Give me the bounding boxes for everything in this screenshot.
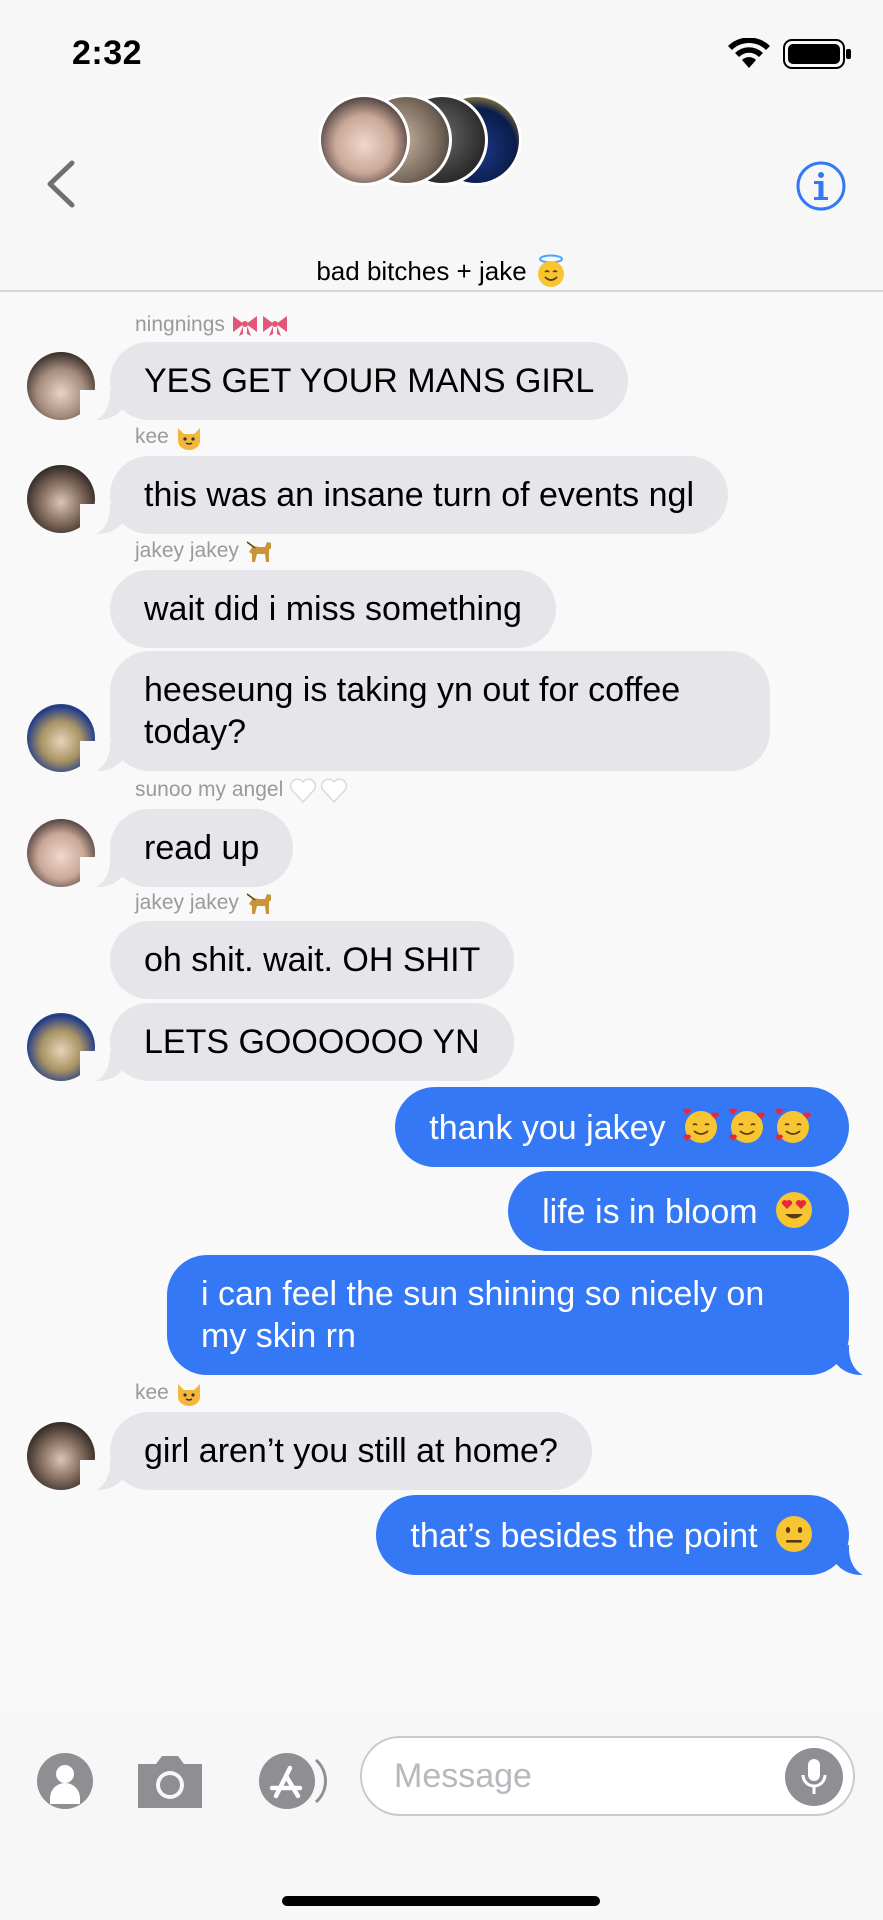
sender-name: jakey jakey xyxy=(135,890,275,916)
status-time: 2:32 xyxy=(72,34,143,72)
message-bubble-incoming[interactable]: oh shit. wait. OH SHIT xyxy=(110,921,515,999)
sender-name: jakey jakey xyxy=(135,538,275,564)
info-icon xyxy=(796,161,846,211)
wifi-icon xyxy=(728,38,770,68)
status-icons xyxy=(727,38,853,70)
battery-icon xyxy=(783,39,851,69)
conversation-header: 2:32 bad bitches + jake xyxy=(0,0,883,292)
ribbon-icon xyxy=(232,316,287,336)
message-bubble-incoming[interactable]: read up xyxy=(79,809,294,889)
compose-bar xyxy=(0,1712,883,1920)
guide-dog-icon xyxy=(246,541,271,562)
cat-face-icon xyxy=(177,428,200,450)
message-input[interactable] xyxy=(394,1756,754,1796)
microphone-icon xyxy=(801,1759,827,1794)
memoji-icon[interactable] xyxy=(36,1752,94,1810)
camera-icon[interactable] xyxy=(134,1752,206,1810)
info-button[interactable] xyxy=(795,160,847,212)
message-bubble-incoming[interactable]: this was an insane turn of events ngl xyxy=(80,456,728,536)
message-bubble-outgoing[interactable]: life is in bloom xyxy=(508,1171,849,1251)
message-bubble-outgoing[interactable]: i can feel the sun shining so nicely on … xyxy=(167,1255,879,1377)
group-avatar xyxy=(318,94,410,186)
neutral-face-icon xyxy=(776,1516,812,1552)
message-bubble-outgoing[interactable]: thank you jakey xyxy=(395,1087,849,1167)
sender-name: kee xyxy=(135,1380,203,1406)
smiling-face-with-hearts-icon xyxy=(683,1107,812,1144)
message-bubble-incoming[interactable]: wait did i miss something xyxy=(110,570,556,648)
microphone-button[interactable] xyxy=(785,1748,843,1806)
guide-dog-icon xyxy=(246,893,271,914)
back-button[interactable] xyxy=(36,154,86,214)
message-bubble-incoming[interactable]: heeseung is taking yn out for coffee tod… xyxy=(80,651,770,773)
group-title[interactable]: bad bitches + jake xyxy=(0,254,883,288)
sender-name: sunoo my angel xyxy=(135,776,351,804)
status-bar: 2:32 xyxy=(0,0,883,100)
group-avatar-stack[interactable] xyxy=(318,94,538,188)
message-input-field[interactable] xyxy=(360,1736,855,1816)
white-heart-icon xyxy=(290,778,348,804)
cat-face-icon xyxy=(177,1384,200,1406)
sender-name: kee xyxy=(135,424,203,450)
chevron-left-icon xyxy=(47,160,75,208)
message-bubble-incoming[interactable]: girl aren’t you still at home? xyxy=(80,1412,592,1492)
home-indicator[interactable] xyxy=(282,1896,600,1906)
smiling-face-with-halo-icon xyxy=(537,254,564,287)
group-name: bad bitches + jake xyxy=(316,255,527,286)
message-bubble-incoming[interactable]: LETS GOOOOOO YN xyxy=(80,1003,514,1083)
app-store-icon[interactable] xyxy=(250,1752,330,1810)
message-bubble-incoming[interactable]: YES GET YOUR MANS GIRL xyxy=(79,342,629,422)
sender-name: ningnings xyxy=(135,312,291,338)
message-bubble-outgoing[interactable]: that’s besides the point xyxy=(376,1495,879,1577)
heart-eyes-icon xyxy=(776,1192,812,1228)
